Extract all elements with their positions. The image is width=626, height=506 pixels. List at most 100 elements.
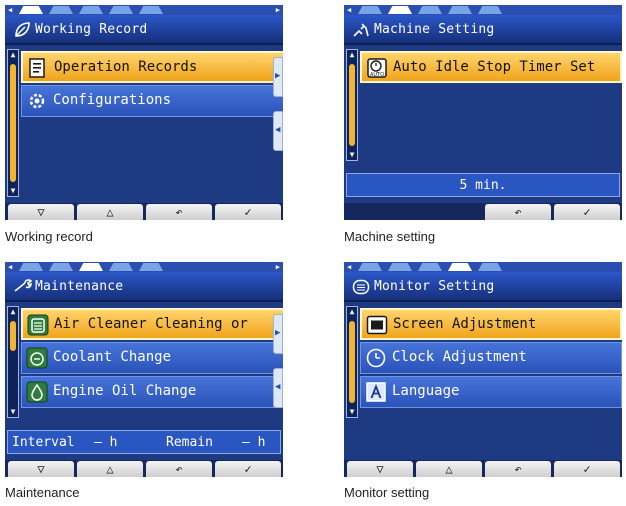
scroll-thumb[interactable] <box>349 64 355 146</box>
page-tab-3[interactable] <box>418 6 442 14</box>
back-button[interactable]: ↶ <box>485 461 551 477</box>
menu-item-label: Operation Records <box>54 59 198 75</box>
scroll-down-icon[interactable]: ▼ <box>347 407 357 417</box>
screen-icon <box>366 314 388 336</box>
back-button[interactable]: ↶ <box>485 204 551 220</box>
tab-left-arrow-icon[interactable]: ◀ <box>347 6 351 14</box>
scroll-down-button[interactable]: ▽ <box>347 461 413 477</box>
page-tab-1[interactable] <box>358 263 382 271</box>
scroll-up-icon[interactable]: ▲ <box>347 50 357 60</box>
scroll-down-icon[interactable]: ▼ <box>347 150 357 160</box>
scroll-down-button[interactable]: ▽ <box>8 204 74 220</box>
page-title: Maintenance <box>35 279 124 294</box>
page-tab-2[interactable] <box>49 263 73 271</box>
scrollbar[interactable]: ▲ ▼ <box>7 306 19 418</box>
interval-label: Interval <box>12 435 75 450</box>
page-tab-3[interactable] <box>418 263 442 271</box>
menu-item-engine-oil-change[interactable]: Engine Oil Change <box>21 376 283 408</box>
page-tab-4[interactable] <box>109 6 133 14</box>
scrollbar[interactable]: ▲ ▼ <box>346 49 358 161</box>
gear-icon <box>26 90 48 112</box>
page-tab-5[interactable] <box>478 6 502 14</box>
page-tab-strip: ◀ ▶ <box>5 262 283 272</box>
panel-caption: Working record <box>5 229 93 244</box>
scrollbar[interactable]: ▲ ▼ <box>346 306 358 418</box>
scroll-thumb[interactable] <box>10 321 16 351</box>
confirm-button[interactable]: ✓ <box>554 461 620 477</box>
page-tab-5[interactable] <box>139 263 163 271</box>
scroll-up-button[interactable]: △ <box>77 204 143 220</box>
title-bar: Working Record <box>5 15 283 45</box>
menu-item-configurations[interactable]: Configurations <box>21 85 283 117</box>
confirm-button[interactable]: ✓ <box>554 204 620 220</box>
side-tab-left[interactable]: ◀ <box>273 111 283 151</box>
maintenance-screen: ◀ ▶ Maintenance ▲ ▼ Air Cleaner Cleaning… <box>5 262 283 477</box>
page-tab-2[interactable] <box>388 263 412 271</box>
menu-item-auto-idle-stop-timer[interactable]: AUTO Auto Idle Stop Timer Set <box>360 51 622 83</box>
tab-left-arrow-icon[interactable]: ◀ <box>347 263 351 271</box>
side-tab-right[interactable]: ▶ <box>273 314 283 354</box>
menu-item-operation-records[interactable]: Operation Records <box>21 51 283 83</box>
confirm-button[interactable]: ✓ <box>215 461 281 477</box>
menu-item-label: Auto Idle Stop Timer Set <box>393 59 596 75</box>
scrollbar[interactable]: ▲ ▼ <box>7 49 19 197</box>
coolant-icon <box>26 347 48 369</box>
leaf-icon <box>13 21 31 39</box>
document-icon <box>27 57 49 79</box>
page-tab-2[interactable] <box>49 6 73 14</box>
page-tab-4[interactable] <box>448 263 472 271</box>
confirm-button[interactable]: ✓ <box>215 204 281 220</box>
page-tab-1[interactable] <box>19 263 43 271</box>
svg-text:AUTO: AUTO <box>370 72 384 78</box>
page-tab-4[interactable] <box>448 6 472 14</box>
page-tab-strip: ◀ <box>344 5 622 15</box>
side-tab-right[interactable]: ▶ <box>273 57 283 97</box>
menu-item-clock-adjustment[interactable]: Clock Adjustment <box>360 342 622 374</box>
tab-left-arrow-icon[interactable]: ◀ <box>8 263 12 271</box>
menu-item-coolant-change[interactable]: Coolant Change <box>21 342 283 374</box>
softkey-bar: ▽ △ ↶ ✓ <box>5 203 283 220</box>
softkey-bar: ▽ △ ↶ ✓ <box>5 460 283 477</box>
tab-right-arrow-icon[interactable]: ▶ <box>276 263 280 271</box>
monitor-setting-screen: ◀ Monitor Setting ▲ ▼ Screen Adjustment … <box>344 262 622 477</box>
page-title: Working Record <box>35 22 148 37</box>
page-tab-2[interactable] <box>388 6 412 14</box>
back-button[interactable]: ↶ <box>146 461 212 477</box>
scroll-thumb[interactable] <box>349 321 355 403</box>
scroll-down-icon[interactable]: ▼ <box>8 186 18 196</box>
panel-caption: Monitor setting <box>344 485 430 500</box>
side-tab-left[interactable]: ◀ <box>273 368 283 408</box>
page-tab-3[interactable] <box>79 263 103 271</box>
scroll-thumb[interactable] <box>10 64 16 182</box>
machine-setting-screen: ◀ Machine Setting ▲ ▼ AUTO Auto Idle Sto… <box>344 5 622 220</box>
page-tab-strip: ◀ ▶ <box>5 5 283 15</box>
menu-item-screen-adjustment[interactable]: Screen Adjustment <box>360 308 622 340</box>
page-tab-1[interactable] <box>19 6 43 14</box>
scroll-up-button[interactable]: △ <box>416 461 482 477</box>
menu-item-air-cleaner[interactable]: Air Cleaner Cleaning or <box>21 308 283 340</box>
scroll-down-icon[interactable]: ▼ <box>8 407 18 417</box>
timer-value-bar: 5 min. <box>346 173 620 197</box>
title-bar: Maintenance <box>5 272 283 302</box>
scroll-up-icon[interactable]: ▲ <box>347 307 357 317</box>
remain-label: Remain <box>166 435 213 450</box>
title-bar: Monitor Setting <box>344 272 622 302</box>
page-tab-4[interactable] <box>109 263 133 271</box>
tab-right-arrow-icon[interactable]: ▶ <box>276 6 280 14</box>
menu-item-language[interactable]: Language <box>360 376 622 408</box>
page-tab-3[interactable] <box>79 6 103 14</box>
page-tab-5[interactable] <box>139 6 163 14</box>
scroll-up-icon[interactable]: ▲ <box>8 307 18 317</box>
softkey-bar: ↶ ✓ <box>344 203 622 220</box>
page-tab-1[interactable] <box>358 6 382 14</box>
title-bar: Machine Setting <box>344 15 622 45</box>
page-tab-5[interactable] <box>478 263 502 271</box>
page-title: Monitor Setting <box>374 279 495 294</box>
back-button[interactable]: ↶ <box>146 204 212 220</box>
scroll-down-button[interactable]: ▽ <box>8 461 74 477</box>
scroll-up-icon[interactable]: ▲ <box>8 50 18 60</box>
tab-left-arrow-icon[interactable]: ◀ <box>8 6 12 14</box>
scroll-up-button[interactable]: △ <box>77 461 143 477</box>
wrench-icon <box>13 278 33 296</box>
menu-item-label: Configurations <box>53 92 172 108</box>
